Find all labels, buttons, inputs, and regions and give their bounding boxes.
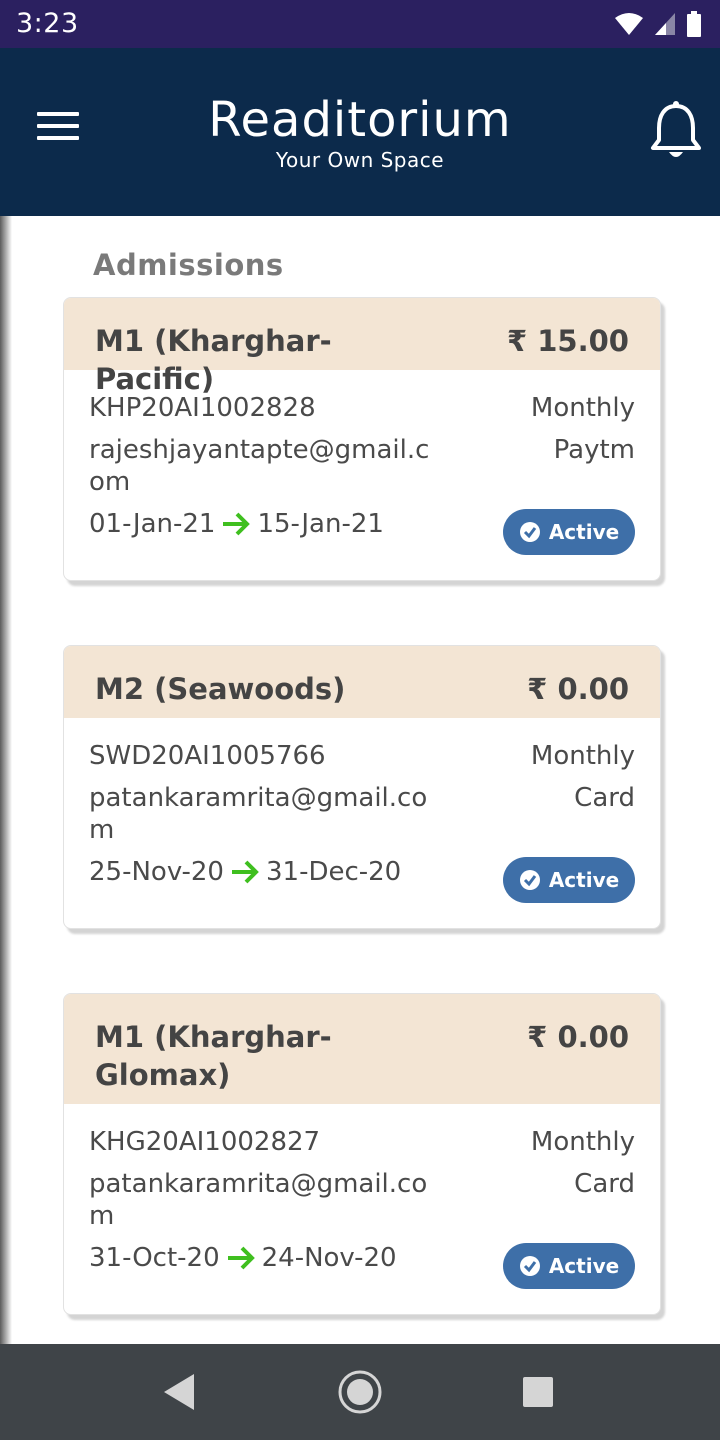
notification-button[interactable] [648, 100, 704, 164]
amount: ₹ 0.00 [527, 672, 629, 706]
end-date: 15-Jan-21 [257, 509, 384, 539]
payment-method: Card [574, 1169, 635, 1199]
bell-icon [651, 101, 701, 157]
check-circle-icon [519, 522, 540, 542]
app-header: Readitorium Your Own Space [0, 48, 720, 216]
drawer-edge-shadow [0, 216, 12, 1344]
recents-button[interactable] [514, 1368, 562, 1416]
signal-icon [655, 13, 675, 35]
email: patankaramrita@gmail.com [89, 783, 428, 845]
back-icon [164, 1374, 194, 1410]
status-icons [614, 10, 702, 38]
start-date: 01-Jan-21 [89, 509, 216, 539]
branch-name: M1 (Kharghar-Glomax) [95, 1020, 332, 1092]
admission-id: KHG20AI1002827 [89, 1127, 321, 1157]
home-icon [338, 1370, 382, 1414]
status-badge[interactable]: Active [503, 857, 635, 903]
date-range: 25-Nov-20 31-Dec-20 [89, 856, 401, 888]
end-date: 31-Dec-20 [265, 857, 402, 887]
status-badge[interactable]: Active [503, 509, 635, 555]
status-badge[interactable]: Active [503, 1243, 635, 1289]
card-header: M1 (Kharghar-Glomax) ₹ 0.00 [64, 994, 660, 1104]
amount: ₹ 15.00 [506, 324, 629, 358]
arrow-right-icon [227, 1246, 255, 1270]
plan-type: Monthly [530, 1127, 635, 1157]
app-subtitle: Your Own Space [275, 148, 445, 172]
content-area: Admissions M1 (Kharghar-Pacific) ₹ 15.00… [0, 216, 720, 1344]
system-nav-bar [0, 1344, 720, 1440]
arrow-right-icon [223, 512, 251, 536]
card-header: M2 (Seawoods) ₹ 0.00 [64, 646, 660, 718]
section-title: Admissions [93, 248, 284, 282]
back-button[interactable] [156, 1368, 204, 1416]
recents-icon [523, 1377, 553, 1407]
app-title: Readitorium [208, 92, 512, 148]
admission-card[interactable]: M1 (Kharghar-Glomax) ₹ 0.00 KHG20AI10028… [63, 993, 661, 1315]
status-label: Active [548, 520, 620, 544]
admission-card[interactable]: M1 (Kharghar-Pacific) ₹ 15.00 KHP20AI100… [63, 297, 661, 581]
amount: ₹ 0.00 [527, 1020, 629, 1054]
wifi-icon [615, 13, 643, 35]
check-circle-icon [519, 870, 540, 890]
branch-name: M1 (Kharghar-Pacific) [95, 324, 332, 396]
email: patankaramrita@gmail.com [89, 1169, 428, 1231]
plan-type: Monthly [530, 741, 635, 771]
status-label: Active [548, 868, 620, 892]
branch-name: M2 (Seawoods) [95, 672, 346, 706]
email: rajeshjayantapte@gmail.com [89, 435, 430, 497]
status-label: Active [548, 1254, 620, 1278]
status-time: 3:23 [16, 8, 79, 39]
payment-method: Paytm [553, 435, 635, 465]
admission-card[interactable]: M2 (Seawoods) ₹ 0.00 SWD20AI1005766 Mont… [63, 645, 661, 929]
admission-id: SWD20AI1005766 [89, 741, 326, 771]
check-circle-icon [519, 1256, 540, 1276]
date-range: 31-Oct-20 24-Nov-20 [89, 1242, 397, 1274]
date-range: 01-Jan-21 15-Jan-21 [89, 508, 384, 540]
plan-type: Monthly [530, 393, 635, 423]
card-header: M1 (Kharghar-Pacific) ₹ 15.00 [64, 298, 660, 396]
arrow-right-icon [231, 860, 259, 884]
status-bar: 3:23 [0, 0, 720, 48]
start-date: 25-Nov-20 [89, 857, 224, 887]
battery-icon [687, 11, 701, 37]
end-date: 24-Nov-20 [261, 1243, 397, 1273]
start-date: 31-Oct-20 [89, 1243, 220, 1273]
home-button[interactable] [336, 1368, 384, 1416]
payment-method: Card [574, 783, 635, 813]
admission-id: KHP20AI1002828 [89, 393, 316, 423]
